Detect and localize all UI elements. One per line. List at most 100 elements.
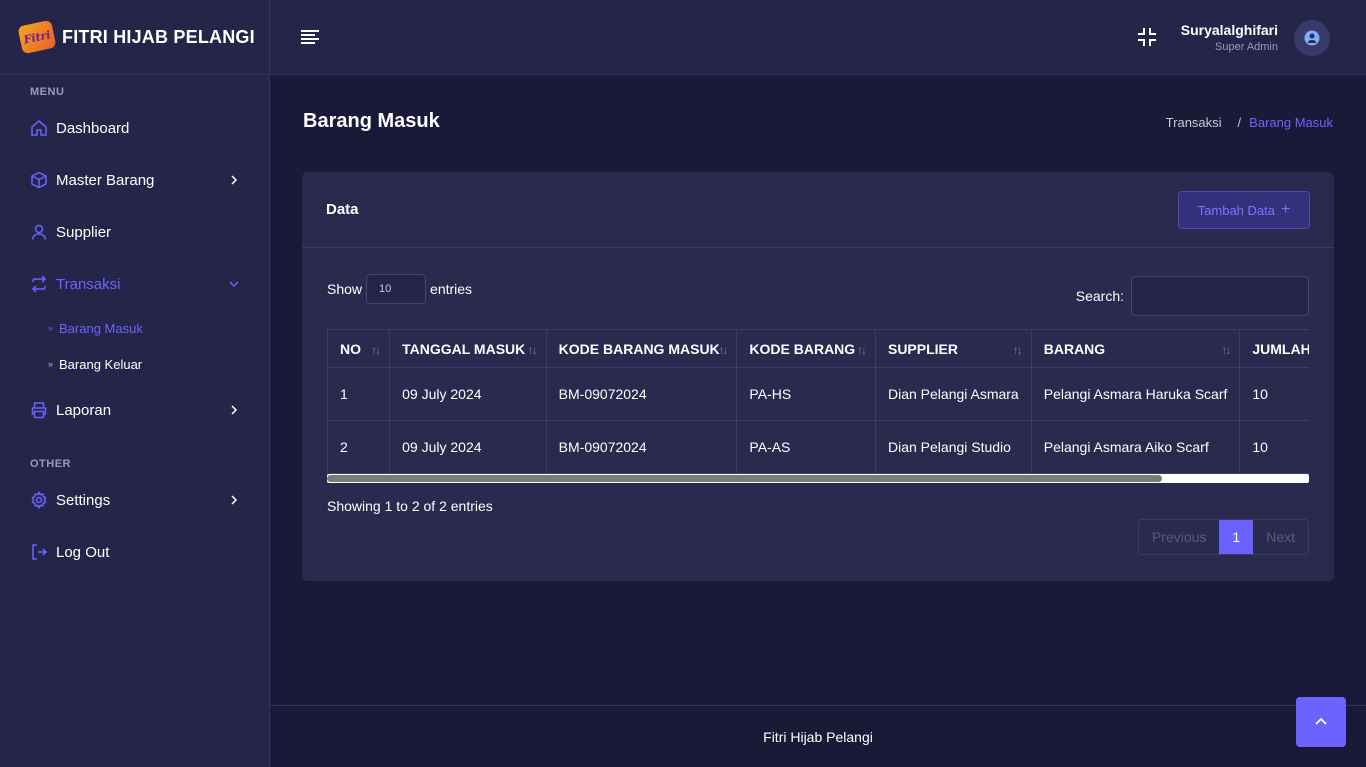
sidebar: Fitri FITRI HIJAB PELANGI MENU Dashboard… — [0, 0, 270, 767]
breadcrumb: Transaksi / Barang Masuk — [1166, 115, 1333, 130]
horizontal-scrollbar[interactable] — [327, 474, 1309, 483]
page-length-select[interactable]: 10 — [366, 274, 427, 304]
gear-icon — [30, 491, 48, 509]
column-header-tanggal-masuk[interactable]: TANGGAL MASUK ↑↓ — [389, 329, 547, 368]
sidebar-item-supplier[interactable]: Supplier — [30, 220, 239, 244]
breadcrumb-parent[interactable]: Transaksi — [1166, 115, 1222, 130]
sort-icon: ↑↓ — [718, 343, 728, 357]
table-header-row: NO ↑↓ TANGGAL MASUK ↑↓ KODE BARANG MASUK ↑↓… — [327, 329, 1309, 368]
sidebar-subitem-barang-masuk[interactable]: » Barang Masuk — [48, 318, 143, 338]
table-info: Showing 1 to 2 of 2 entries — [327, 498, 493, 514]
breadcrumb-current: Barang Masuk — [1249, 115, 1333, 130]
logout-icon — [30, 543, 48, 561]
search-label: Search: — [1075, 288, 1124, 304]
column-header-supplier[interactable]: SUPPLIER ↑↓ — [874, 329, 1032, 368]
sidebar-item-label: Supplier — [56, 223, 112, 241]
printer-icon — [30, 401, 48, 419]
sidebar-item-label: Log Out — [56, 543, 110, 561]
table-cell: BM-09072024 — [545, 420, 738, 474]
user-avatar-icon — [1304, 30, 1320, 46]
chevron-right-icon — [229, 175, 239, 185]
table-cell: 2 — [327, 420, 391, 474]
chevron-right-icon — [229, 495, 239, 505]
column-header-label: TANGGAL MASUK — [402, 340, 526, 357]
sort-icon: ↑↓ — [527, 343, 538, 357]
table-row: 1 09 July 2024 BM-09072024 PA-HS Dian Pe… — [327, 367, 1309, 421]
table-cell: 1 — [327, 367, 391, 421]
pagination-next[interactable]: Next — [1253, 520, 1308, 554]
sidebar-item-label: Transaksi — [56, 275, 121, 293]
footer-text: Fitri Hijab Pelangi — [763, 728, 873, 745]
page-title: Barang Masuk — [303, 110, 440, 132]
pagination-previous[interactable]: Previous — [1139, 520, 1219, 554]
table-cell: Dian Pelangi Asmara — [874, 367, 1032, 421]
column-header-label: SUPPLIER — [887, 340, 958, 357]
transfer-icon — [30, 275, 48, 293]
table-cell: PA-HS — [736, 367, 876, 421]
table-cell: Dian Pelangi Studio — [874, 420, 1032, 474]
menu-toggle-icon[interactable] — [300, 28, 320, 46]
breadcrumb-separator: / — [1237, 115, 1242, 130]
column-header-label: JUMLAH — [1252, 340, 1309, 357]
table-cell: Pelangi Asmara Haruka Scarf — [1030, 367, 1241, 421]
menu-section-label: MENU — [30, 86, 65, 98]
page-length-control: Show 10 entries — [327, 274, 472, 304]
sidebar-item-dashboard[interactable]: Dashboard — [30, 116, 239, 140]
chevron-up-icon — [1315, 717, 1327, 725]
top-header: Suryalalghifari Super Admin — [270, 0, 1366, 75]
avatar[interactable] — [1294, 20, 1330, 56]
brand-name: FITRI HIJAB PELANGI — [62, 26, 255, 47]
scrollbar-thumb[interactable] — [327, 475, 1162, 482]
sidebar-item-laporan[interactable]: Laporan — [30, 398, 239, 422]
sort-icon: ↑↓ — [856, 343, 867, 357]
sidebar-item-transaksi[interactable]: Transaksi — [30, 272, 239, 296]
column-header-jumlah[interactable]: JUMLAH — [1239, 329, 1309, 368]
table-cell: PA-AS — [736, 420, 876, 474]
table-container: NO ↑↓ TANGGAL MASUK ↑↓ KODE BARANG MASUK ↑↓… — [327, 329, 1309, 474]
sidebar-item-label: Laporan — [56, 401, 112, 419]
table-cell: 09 July 2024 — [389, 367, 547, 421]
table-cell: Pelangi Asmara Aiko Scarf — [1030, 420, 1241, 474]
search-input[interactable] — [1131, 276, 1309, 316]
exit-fullscreen-icon[interactable] — [1136, 26, 1158, 48]
sidebar-item-logout[interactable]: Log Out — [30, 540, 239, 564]
back-to-top-button[interactable] — [1296, 697, 1346, 747]
card-title: Data — [326, 201, 359, 218]
pagination: Previous 1 Next — [1137, 519, 1309, 555]
column-header-label: KODE BARANG — [749, 340, 856, 357]
data-card: Data Tambah Data + Show 10 entries Searc… — [302, 172, 1334, 581]
sort-icon: ↑↓ — [1012, 343, 1023, 357]
plus-icon: + — [1280, 201, 1291, 218]
column-header-kode-barang[interactable]: KODE BARANG ↑↓ — [736, 329, 876, 368]
table-cell: 09 July 2024 — [389, 420, 547, 474]
column-header-label: NO — [340, 340, 361, 357]
sidebar-subitem-barang-keluar[interactable]: » Barang Keluar — [48, 354, 142, 374]
chevron-double-right-icon: » — [48, 359, 54, 369]
pagination-page-1[interactable]: 1 — [1219, 520, 1254, 554]
sidebar-item-master-barang[interactable]: Master Barang — [30, 168, 239, 192]
sidebar-subitem-label: Barang Keluar — [59, 356, 143, 372]
entries-label: entries — [430, 281, 473, 297]
table-cell: 10 — [1239, 420, 1309, 474]
chevron-right-icon — [229, 405, 239, 415]
add-data-button[interactable]: Tambah Data + — [1178, 191, 1310, 229]
user-name: Suryalalghifari — [1180, 22, 1278, 38]
column-header-kode-barang-masuk[interactable]: KODE BARANG MASUK ↑↓ — [545, 329, 738, 368]
user-icon — [30, 223, 48, 241]
show-label: Show — [327, 281, 363, 297]
sort-icon: ↑↓ — [1221, 343, 1231, 357]
column-header-no[interactable]: NO ↑↓ — [327, 329, 391, 368]
table-cell: 10 — [1239, 367, 1309, 421]
add-data-label: Tambah Data — [1197, 202, 1275, 218]
other-section-label: OTHER — [30, 458, 71, 470]
brand[interactable]: Fitri FITRI HIJAB PELANGI — [0, 0, 269, 75]
data-table: NO ↑↓ TANGGAL MASUK ↑↓ KODE BARANG MASUK ↑↓… — [327, 329, 1309, 474]
card-header: Data Tambah Data + — [302, 172, 1334, 248]
chevron-double-right-icon: » — [48, 323, 54, 333]
sidebar-item-settings[interactable]: Settings — [30, 488, 239, 512]
column-header-barang[interactable]: BARANG ↑↓ — [1030, 329, 1241, 368]
chevron-down-icon — [229, 279, 239, 289]
table-cell: BM-09072024 — [545, 367, 738, 421]
column-header-label: KODE BARANG MASUK — [558, 340, 720, 357]
sidebar-item-label: Master Barang — [56, 171, 155, 189]
